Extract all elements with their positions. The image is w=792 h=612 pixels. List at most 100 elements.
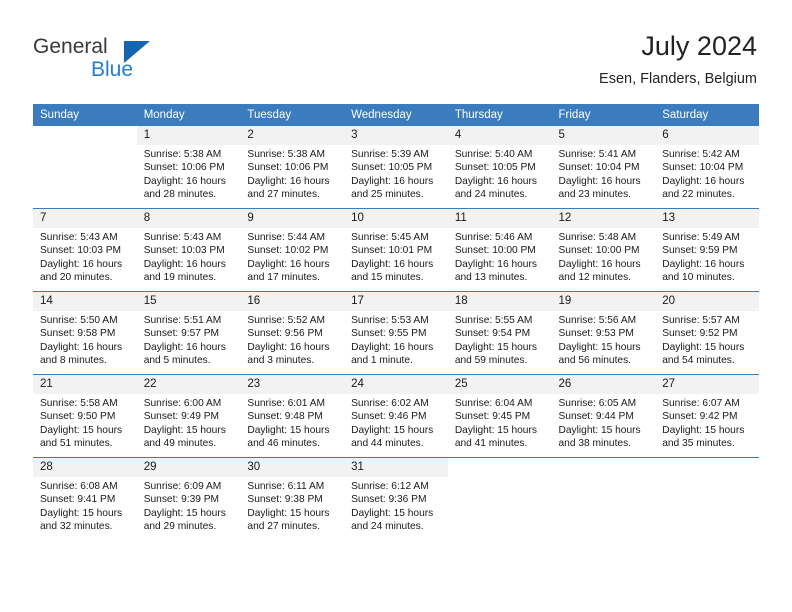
sunset-text: Sunset: 10:00 PM xyxy=(558,245,640,257)
sunrise-text: Sunrise: 5:48 AM xyxy=(558,232,637,243)
calendar-table: Sunday Monday Tuesday Wednesday Thursday… xyxy=(33,104,759,540)
calendar-day-cell[interactable]: 29 Sunrise: 6:09 AM Sunset: 9:39 PM Dayligh… xyxy=(136,457,241,540)
calendar-day-cell[interactable]: 8 Sunrise: 5:43 AM Sunset: 10:03 PM Dayligh… xyxy=(136,208,241,292)
calendar-day-cell[interactable]: 9 Sunrise: 5:44 AM Sunset: 10:02 PM Dayligh… xyxy=(240,208,345,292)
calendar-day-cell[interactable]: 16 Sunrise: 5:52 AM Sunset: 9:56 PM Dayligh… xyxy=(240,291,345,375)
calendar-day-cell[interactable]: 20 Sunrise: 5:57 AM Sunset: 9:52 PM Dayligh… xyxy=(655,291,759,375)
day-sun-info: Sunrise: 5:57 AM Sunset: 9:52 PM Daylight:… xyxy=(655,311,759,368)
calendar-day-cell[interactable]: 24 Sunrise: 6:02 AM Sunset: 9:46 PM Dayligh… xyxy=(344,374,448,458)
sunset-text: Sunset: 9:39 PM xyxy=(143,494,220,506)
day-sun-info: Sunrise: 5:43 AM Sunset: 10:03 PM Daylight… xyxy=(33,228,137,285)
calendar-day-cell[interactable]: 27 Sunrise: 6:07 AM Sunset: 9:42 PM Dayligh… xyxy=(655,374,759,458)
sunset-text: Sunset: 9:56 PM xyxy=(247,328,323,340)
calendar-day-cell[interactable]: 17 Sunrise: 5:53 AM Sunset: 9:55 PM Dayligh… xyxy=(344,291,448,375)
daylight-text-line2: and 19 minutes. xyxy=(143,272,217,284)
weekday-header-friday: Friday xyxy=(551,104,656,126)
calendar-day-cell[interactable]: 25 Sunrise: 6:04 AM Sunset: 9:45 PM Dayligh… xyxy=(447,374,552,458)
calendar-header-row: Sunday Monday Tuesday Wednesday Thursday… xyxy=(33,104,759,126)
day-sun-info: Sunrise: 5:52 AM Sunset: 9:56 PM Daylight:… xyxy=(240,311,344,368)
daylight-text-line2: and 56 minutes. xyxy=(558,355,632,367)
weekday-header-tuesday: Tuesday xyxy=(240,104,345,126)
weekday-header-saturday: Saturday xyxy=(655,104,759,126)
calendar-day-cell[interactable]: 31 Sunrise: 6:12 AM Sunset: 9:36 PM Dayligh… xyxy=(344,457,448,540)
day-number: 13 xyxy=(655,209,759,228)
daylight-text-line2: and 5 minutes. xyxy=(143,355,211,367)
sunrise-text: Sunrise: 6:11 AM xyxy=(247,481,325,492)
daylight-text-line1: Daylight: 15 hours xyxy=(143,424,226,436)
calendar-day-cell[interactable]: 5 Sunrise: 5:41 AM Sunset: 10:04 PM Dayligh… xyxy=(551,126,656,209)
calendar-day-cell[interactable]: 23 Sunrise: 6:01 AM Sunset: 9:48 PM Dayligh… xyxy=(240,374,345,458)
day-sun-info: Sunrise: 5:53 AM Sunset: 9:55 PM Daylight:… xyxy=(344,311,448,368)
sunset-text: Sunset: 9:38 PM xyxy=(247,494,323,506)
calendar-day-cell[interactable]: 11 Sunrise: 5:46 AM Sunset: 10:00 PM Daylig… xyxy=(447,208,552,292)
day-number: 2 xyxy=(240,126,345,145)
weekday-header-monday: Monday xyxy=(136,104,241,126)
sunset-text: Sunset: 9:54 PM xyxy=(454,328,531,340)
daylight-text-line1: Daylight: 15 hours xyxy=(662,341,745,353)
day-number: 30 xyxy=(240,458,345,477)
calendar-day-cell[interactable]: 10 Sunrise: 5:45 AM Sunset: 10:01 PM Daylig… xyxy=(344,208,448,292)
day-number: 8 xyxy=(136,209,241,228)
daylight-text-line2: and 25 minutes. xyxy=(351,189,424,201)
calendar-day-cell[interactable]: 21 Sunrise: 5:58 AM Sunset: 9:50 PM Dayligh… xyxy=(33,374,137,458)
day-sun-info: Sunrise: 5:46 AM Sunset: 10:00 PM Daylight… xyxy=(448,228,552,285)
day-number: 27 xyxy=(655,375,759,394)
sunrise-text: Sunrise: 5:42 AM xyxy=(662,149,740,160)
calendar-day-cell[interactable]: 12 Sunrise: 5:48 AM Sunset: 10:00 PM Daylig… xyxy=(551,208,656,292)
daylight-text-line1: Daylight: 16 hours xyxy=(143,341,226,353)
day-number: 10 xyxy=(344,209,448,228)
calendar-day-cell[interactable]: 1 Sunrise: 5:38 AM Sunset: 10:06 PM Dayligh… xyxy=(136,126,241,209)
sunset-text: Sunset: 9:41 PM xyxy=(40,494,116,506)
sunrise-text: Sunrise: 5:51 AM xyxy=(143,315,222,326)
daylight-text-line2: and 29 minutes. xyxy=(143,521,217,533)
calendar-day-cell[interactable]: 2 Sunrise: 5:38 AM Sunset: 10:06 PM Dayligh… xyxy=(240,126,345,209)
calendar-day-cell[interactable]: 13 Sunrise: 5:49 AM Sunset: 9:59 PM Dayligh… xyxy=(655,208,759,292)
page-subtitle: Esen, Flanders, Belgium xyxy=(599,71,757,87)
day-sun-info: Sunrise: 5:38 AM Sunset: 10:06 PM Daylight… xyxy=(137,145,241,202)
daylight-text-line1: Daylight: 15 hours xyxy=(558,424,641,436)
calendar-week-row: 14 Sunrise: 5:50 AM Sunset: 9:58 PM Dayligh… xyxy=(33,291,759,375)
sunrise-text: Sunrise: 5:44 AM xyxy=(247,232,325,243)
calendar-day-cell[interactable]: 7 Sunrise: 5:43 AM Sunset: 10:03 PM Dayligh… xyxy=(33,208,137,292)
daylight-text-line1: Daylight: 15 hours xyxy=(351,507,434,519)
calendar-day-cell[interactable]: 28 Sunrise: 6:08 AM Sunset: 9:41 PM Dayligh… xyxy=(33,457,137,540)
day-number: 18 xyxy=(447,292,552,311)
sunset-text: Sunset: 9:46 PM xyxy=(351,411,427,423)
day-sun-info: Sunrise: 5:51 AM Sunset: 9:57 PM Daylight:… xyxy=(137,311,241,368)
sunset-text: Sunset: 10:06 PM xyxy=(247,162,329,174)
daylight-text-line1: Daylight: 15 hours xyxy=(247,507,330,519)
day-number: 7 xyxy=(33,209,137,228)
sunset-text: Sunset: 10:05 PM xyxy=(351,162,433,174)
daylight-text-line2: and 28 minutes. xyxy=(143,189,217,201)
calendar-day-cell[interactable]: 6 Sunrise: 5:42 AM Sunset: 10:04 PM Dayligh… xyxy=(655,126,759,209)
day-number: 17 xyxy=(344,292,448,311)
day-number xyxy=(448,458,552,477)
calendar-day-cell[interactable]: 26 Sunrise: 6:05 AM Sunset: 9:44 PM Dayligh… xyxy=(551,374,656,458)
calendar-day-cell[interactable]: 4 Sunrise: 5:40 AM Sunset: 10:05 PM Dayligh… xyxy=(447,126,552,209)
day-number: 22 xyxy=(136,375,241,394)
calendar-day-cell[interactable]: 30 Sunrise: 6:11 AM Sunset: 9:38 PM Dayligh… xyxy=(240,457,345,540)
sunset-text: Sunset: 9:57 PM xyxy=(143,328,220,340)
day-number: 31 xyxy=(344,458,448,477)
calendar-day-cell[interactable]: 22 Sunrise: 6:00 AM Sunset: 9:49 PM Dayligh… xyxy=(136,374,241,458)
sunrise-text: Sunrise: 5:52 AM xyxy=(247,315,325,326)
daylight-text-line1: Daylight: 15 hours xyxy=(351,424,434,436)
calendar-day-cell[interactable]: 18 Sunrise: 5:55 AM Sunset: 9:54 PM Dayligh… xyxy=(447,291,552,375)
sunset-text: Sunset: 9:44 PM xyxy=(558,411,634,423)
sunrise-text: Sunrise: 5:39 AM xyxy=(351,149,429,160)
day-sun-info: Sunrise: 6:11 AM Sunset: 9:38 PM Daylight:… xyxy=(240,477,344,534)
calendar-day-cell[interactable]: 15 Sunrise: 5:51 AM Sunset: 9:57 PM Dayligh… xyxy=(136,291,241,375)
day-number: 16 xyxy=(240,292,345,311)
calendar-day-cell[interactable]: 19 Sunrise: 5:56 AM Sunset: 9:53 PM Dayligh… xyxy=(551,291,656,375)
calendar-day-cell-empty xyxy=(655,457,759,540)
daylight-text-line2: and 27 minutes. xyxy=(247,189,320,201)
calendar-day-cell[interactable]: 3 Sunrise: 5:39 AM Sunset: 10:05 PM Dayligh… xyxy=(344,126,448,209)
sunrise-text: Sunrise: 5:58 AM xyxy=(40,398,118,409)
daylight-text-line1: Daylight: 16 hours xyxy=(662,175,745,187)
day-sun-info: Sunrise: 5:48 AM Sunset: 10:00 PM Daylight… xyxy=(552,228,656,285)
calendar-week-row: 28 Sunrise: 6:08 AM Sunset: 9:41 PM Dayligh… xyxy=(33,457,759,540)
daylight-text-line1: Daylight: 16 hours xyxy=(40,258,123,270)
day-number xyxy=(33,126,137,145)
calendar-day-cell[interactable]: 14 Sunrise: 5:50 AM Sunset: 9:58 PM Dayligh… xyxy=(33,291,137,375)
sunset-text: Sunset: 9:48 PM xyxy=(247,411,323,423)
